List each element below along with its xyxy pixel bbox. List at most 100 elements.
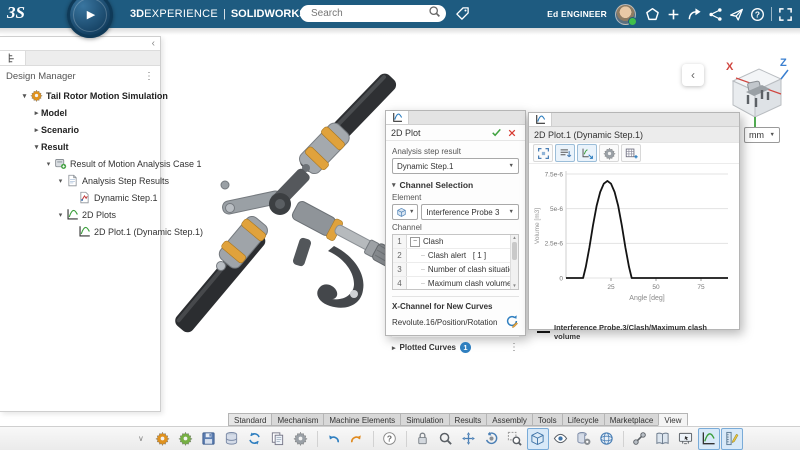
tree-caret-icon[interactable]: ▸	[32, 126, 41, 134]
plotted-curves-menu-button[interactable]: ⋮	[509, 342, 519, 353]
tree-caret-icon[interactable]: ▾	[56, 211, 65, 219]
3ds-logo-icon[interactable]: 3S	[7, 3, 25, 23]
element-select[interactable]: Interference Probe 3▼	[421, 204, 519, 220]
book-button[interactable]	[652, 428, 674, 450]
sync-button[interactable]	[244, 428, 266, 450]
tree-caret-icon[interactable]: ▾	[20, 92, 29, 100]
gear-green-button[interactable]	[175, 428, 197, 450]
ribbon-tab-tools[interactable]: Tools	[532, 413, 562, 426]
collapse-box-icon[interactable]: −	[410, 237, 420, 247]
ribbon-tab-machine-elements[interactable]: Machine Elements	[323, 413, 400, 426]
tree-item-analysis-step-results[interactable]: ▾Analysis Step Results	[0, 172, 160, 189]
tree-item-scenario[interactable]: ▸Scenario	[0, 121, 160, 138]
tree-caret-icon[interactable]: ▾	[32, 143, 41, 151]
element-type-button[interactable]: ▼	[392, 204, 418, 220]
ruler-pen-button[interactable]	[721, 428, 743, 450]
ribbon-tab-standard[interactable]: Standard	[228, 413, 271, 426]
channel-row-3[interactable]: 3–Number of clash situations	[393, 263, 518, 277]
save-button[interactable]	[198, 428, 220, 450]
tree-item-model[interactable]: ▸Model	[0, 104, 160, 121]
tree-caret-icon[interactable]: ▾	[56, 177, 65, 185]
chart-panel-tab[interactable]	[529, 113, 552, 126]
ribbon-tab-lifecycle[interactable]: Lifecycle	[562, 413, 604, 426]
search-box[interactable]	[300, 5, 446, 22]
share-icon[interactable]	[686, 4, 703, 24]
redo-button[interactable]	[346, 428, 368, 450]
gear-orange-button[interactable]	[152, 428, 174, 450]
export-plot-button[interactable]	[577, 144, 597, 162]
channel-row-4[interactable]: 4–Maximum clash volume	[393, 277, 518, 290]
section-caret-icon[interactable]: ▾	[392, 181, 396, 189]
chart-title: 2D Plot.1 (Dynamic Step.1)	[534, 130, 643, 140]
ribbon-tab-simulation[interactable]: Simulation	[400, 413, 448, 426]
plotted-curves-section[interactable]: ▸ Plotted Curves 1 ⋮	[392, 336, 519, 353]
help-button[interactable]: ?	[379, 428, 401, 450]
export-table-button[interactable]	[621, 144, 641, 162]
avatar[interactable]	[615, 4, 636, 25]
tab-design-tree[interactable]	[0, 51, 26, 65]
channel-selection-section[interactable]: ▾Channel Selection	[392, 180, 519, 190]
ribbon-tab-results[interactable]: Results	[449, 413, 487, 426]
svg-text:50: 50	[652, 284, 660, 291]
lock-button[interactable]	[412, 428, 434, 450]
tree-item-tail-rotor-motion-simulation[interactable]: ▾Tail Rotor Motion Simulation	[0, 87, 160, 104]
fit-button[interactable]	[533, 144, 553, 162]
analysis-step-select[interactable]: Dynamic Step.1▼	[392, 158, 519, 174]
tree-caret-icon[interactable]: ▸	[32, 109, 41, 117]
ribbon-tab-mechanism[interactable]: Mechanism	[271, 413, 323, 426]
tree-caret-icon[interactable]: ▾	[44, 160, 53, 168]
tree-item-2d-plot-1-dynamic-step-1[interactable]: 2D Plot.1 (Dynamic Step.1)	[0, 223, 160, 240]
reset-xchannel-button[interactable]	[505, 314, 519, 330]
joint-button[interactable]	[629, 428, 651, 450]
cube-button[interactable]	[527, 428, 549, 450]
rotor-3d-model[interactable]	[158, 42, 418, 352]
zoom-button[interactable]	[435, 428, 457, 450]
eye-button[interactable]	[550, 428, 572, 450]
collapse-right-button[interactable]: ‹	[682, 64, 704, 86]
chart-button[interactable]	[698, 428, 720, 450]
units-select[interactable]: mm▼	[744, 127, 780, 143]
help-icon[interactable]: ?	[749, 4, 766, 24]
user-name[interactable]: Ed ENGINEER	[547, 9, 607, 19]
fullscreen-icon[interactable]	[777, 4, 794, 24]
tree-item-dynamic-step-1[interactable]: Dynamic Step.1	[0, 189, 160, 206]
settings-gear-button[interactable]	[290, 428, 312, 450]
globe-button[interactable]	[596, 428, 618, 450]
tree-item-2d-plots[interactable]: ▾2D Plots	[0, 206, 160, 223]
undo-button[interactable]	[323, 428, 345, 450]
toolbar-collapse-chevron[interactable]: ∨	[138, 434, 144, 443]
compass-icon[interactable]: ▶	[67, 0, 113, 38]
panel-menu-button[interactable]: ⋮	[144, 71, 154, 82]
confirm-button[interactable]	[488, 127, 504, 138]
notification-icon[interactable]	[644, 4, 661, 24]
tree-item-result[interactable]: ▾Result	[0, 138, 160, 155]
close-button[interactable]	[504, 128, 520, 138]
row-number: 4	[393, 277, 407, 290]
tag-icon[interactable]	[455, 6, 470, 26]
screen-pointer-button[interactable]	[675, 428, 697, 450]
search-input[interactable]	[309, 7, 428, 20]
zoom-area-button[interactable]	[504, 428, 526, 450]
channel-row-2[interactable]: 2–Clash alert [ 1 ]	[393, 249, 518, 263]
plot-dialog-tab[interactable]	[386, 111, 409, 124]
ribbon-tab-assembly[interactable]: Assembly	[486, 413, 532, 426]
database-button[interactable]	[221, 428, 243, 450]
settings-button[interactable]	[599, 144, 619, 162]
ribbon-tab-marketplace[interactable]: Marketplace	[604, 413, 659, 426]
collapse-left-panel-button[interactable]: ‹	[152, 38, 155, 49]
plotted-curves-caret-icon[interactable]: ▸	[392, 344, 396, 352]
add-icon[interactable]	[665, 4, 682, 24]
copy-button[interactable]	[267, 428, 289, 450]
ribbon-tab-view[interactable]: View	[658, 413, 687, 426]
orbit-button[interactable]	[481, 428, 503, 450]
database-gear-button[interactable]	[573, 428, 595, 450]
search-icon[interactable]	[428, 5, 441, 23]
pan-button[interactable]	[458, 428, 480, 450]
table-scrollbar[interactable]: ▲▼	[510, 235, 518, 289]
collaborate-icon[interactable]	[707, 4, 724, 24]
channel-row-1[interactable]: 1−Clash	[393, 235, 518, 249]
tree-item-result-of-motion-analysis-case-1[interactable]: ▾Result of Motion Analysis Case 1	[0, 155, 160, 172]
options-button[interactable]	[555, 144, 575, 162]
send-icon[interactable]	[728, 4, 745, 24]
element-label: Element	[392, 193, 519, 202]
